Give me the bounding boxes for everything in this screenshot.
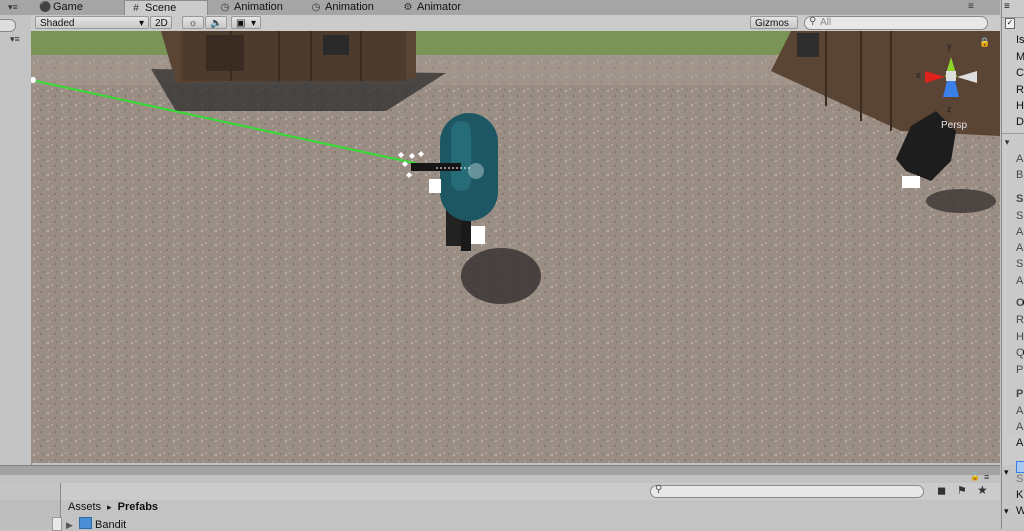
search-icon: ⚲ (809, 16, 817, 27)
panel-menu-icon[interactable]: ≡ (1004, 1, 1010, 12)
sun-icon: ☼ (188, 18, 198, 29)
search-field[interactable] (0, 19, 16, 32)
editor-tab-bar: ⚫ Game # Scene ◷ Animation ◷ Animation ⚙ Anim… (0, 0, 1000, 16)
animation-icon: ◷ (311, 2, 321, 13)
inspector-panel-clipped: ≡ ✓ Is M C R H D ▾ A B S S A A S A O R H… (1001, 0, 1024, 465)
speaker-icon: 🔈 (210, 18, 223, 29)
lock-icon[interactable]: 🔒 (970, 472, 980, 481)
favorite-star-icon[interactable]: ★ (977, 483, 988, 497)
breadcrumb-prefabs[interactable]: Prefabs (118, 501, 158, 513)
toggle-2d-button[interactable]: 2D (150, 16, 172, 29)
search-icon: ⚲ (655, 484, 663, 495)
gizmos-dropdown[interactable]: Gizmos▾ (750, 16, 798, 42)
component-icon (1016, 461, 1024, 473)
game-icon: ⚫ (39, 2, 52, 13)
lock-icon[interactable]: 🔒 (979, 37, 990, 48)
hierarchy-panel-collapsed: ▾≡ (0, 15, 32, 465)
panel-menu-icon[interactable]: ≡ (984, 472, 989, 482)
tab-animation-1[interactable]: ◷ Animation (214, 0, 289, 15)
shading-mode-dropdown[interactable]: Shaded ▾ (35, 16, 149, 29)
project-toolbar: ⚲ ◼ ⚑ ★ (0, 483, 1000, 501)
scene-viewport[interactable]: y x z Persp 🔒 (31, 31, 1000, 463)
filter-by-label-icon[interactable]: ⚑ (957, 484, 967, 497)
component-foldout-icon[interactable]: ▾ (1004, 467, 1009, 478)
inspector-panel-bottom-clipped: ▾ S K ▾ W (1001, 461, 1024, 529)
audio-toggle-button[interactable]: 🔈 (205, 16, 227, 29)
tab-animation-2[interactable]: ◷ Animation (305, 0, 380, 15)
scene-toolbar: Shaded▾ 2D ☼ 🔈 ▣▾ Gizmos▾ ⚲ All (31, 15, 1000, 42)
chevron-down-icon: ▾ (250, 18, 256, 29)
tab-animator[interactable]: ⚙ Animator (397, 0, 467, 15)
chevron-down-icon: ▾ (138, 18, 144, 29)
cabin-left (151, 31, 446, 111)
image-icon: ▣ (236, 18, 246, 29)
panel-menu-icon[interactable]: ▾≡ (10, 34, 20, 45)
tab-scene[interactable]: # Scene (124, 0, 208, 16)
animator-icon: ⚙ (403, 2, 413, 13)
effects-dropdown[interactable]: ▣ ▾ (231, 16, 261, 29)
active-checkbox[interactable]: ✓ (1005, 18, 1015, 29)
orientation-gizmo[interactable]: y x z Persp (915, 39, 985, 139)
scene-search-input[interactable]: ⚲ All (804, 16, 988, 30)
project-search-input[interactable]: ⚲ (650, 484, 924, 498)
prefab-icon (78, 517, 92, 529)
breadcrumb-assets[interactable]: Assets (68, 501, 101, 513)
panel-menu-icon[interactable]: ≡ (968, 1, 974, 12)
scene-icon: # (133, 3, 139, 14)
scene-render (31, 31, 1000, 463)
animation-icon: ◷ (220, 2, 230, 13)
breadcrumb: Assets ▸ Prefabs (68, 501, 159, 513)
panel-menu-icon[interactable]: ▾≡ (8, 2, 18, 13)
project-assets-panel: Assets ▸ Prefabs ▶ Bandit (61, 500, 1000, 531)
lighting-toggle-button[interactable]: ☼ (182, 16, 204, 29)
tab-game[interactable]: ⚫ Game (33, 0, 89, 15)
filter-by-type-icon[interactable]: ◼ (937, 484, 946, 497)
component-foldout-icon[interactable]: ▾ (1004, 506, 1009, 517)
